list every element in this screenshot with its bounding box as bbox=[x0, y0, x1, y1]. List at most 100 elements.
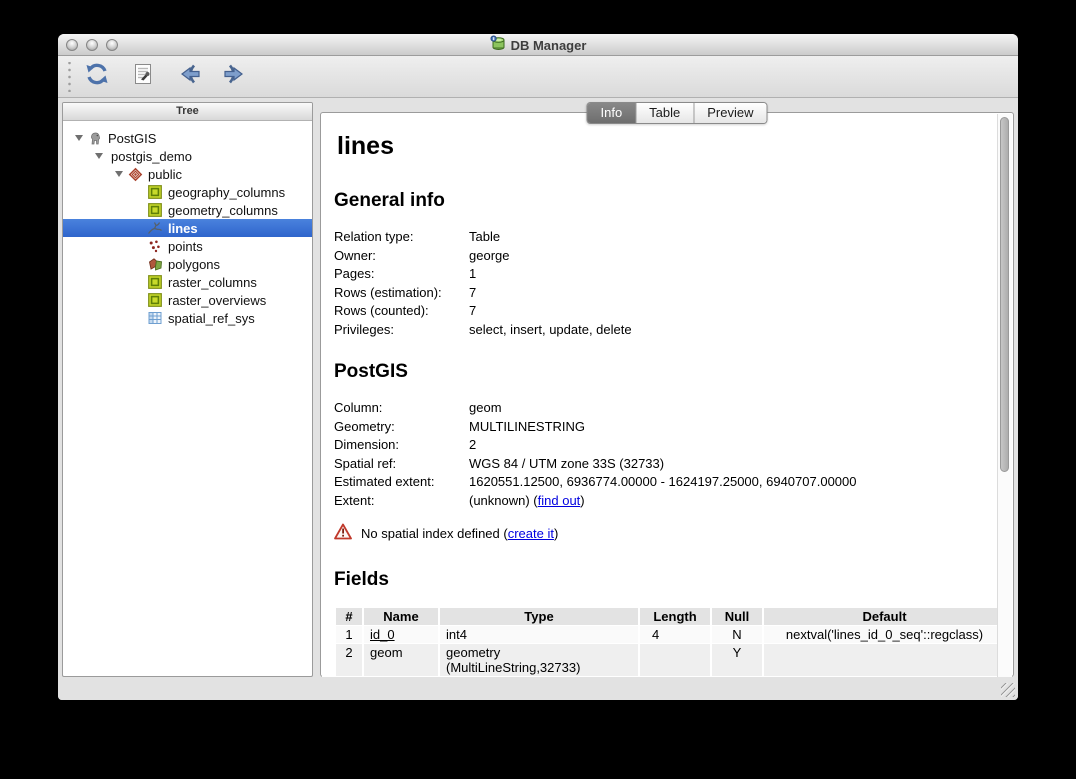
create-spatial-index-link[interactable]: create it bbox=[508, 526, 554, 541]
fields-cell: 2 bbox=[336, 644, 362, 676]
tree-item-label: postgis_demo bbox=[111, 149, 192, 164]
tree-item-label: polygons bbox=[168, 257, 220, 272]
fields-column-header: Length bbox=[640, 608, 710, 625]
general-info-list: Relation type:TableOwner:georgePages:1Ro… bbox=[334, 228, 999, 339]
info-value: 1 bbox=[469, 265, 476, 284]
fields-cell: Y bbox=[712, 644, 762, 676]
info-row: Relation type:Table bbox=[334, 228, 999, 247]
tree-item-public[interactable]: public bbox=[63, 165, 312, 183]
refresh-button[interactable] bbox=[81, 61, 113, 93]
info-row: Owner:george bbox=[334, 247, 999, 266]
minimize-button[interactable] bbox=[86, 39, 98, 51]
info-label: Dimension: bbox=[334, 436, 469, 455]
info-value: MULTILINESTRING bbox=[469, 418, 585, 437]
export-layer-button[interactable] bbox=[219, 61, 251, 93]
fields-column-header: Default bbox=[764, 608, 999, 625]
info-label: Spatial ref: bbox=[334, 455, 469, 474]
tree-item-postgis_demo[interactable]: postgis_demo bbox=[63, 147, 312, 165]
tab-preview[interactable]: Preview bbox=[694, 103, 766, 123]
title-bar: DB Manager bbox=[58, 34, 1018, 56]
info-label: Extent: bbox=[334, 492, 469, 511]
info-row: Spatial ref:WGS 84 / UTM zone 33S (32733… bbox=[334, 455, 999, 474]
info-value: (unknown) (find out) bbox=[469, 492, 585, 511]
postgis-info-list: Column:geomGeometry:MULTILINESTRINGDimen… bbox=[334, 399, 999, 510]
expand-triangle-icon[interactable] bbox=[91, 153, 107, 159]
layer-table-icon bbox=[147, 274, 163, 290]
tree-panel-header: Tree bbox=[63, 103, 312, 121]
tab-table[interactable]: Table bbox=[636, 103, 694, 123]
tab-info[interactable]: Info bbox=[587, 103, 636, 123]
fields-heading: Fields bbox=[334, 569, 999, 591]
fields-column-header: Type bbox=[440, 608, 638, 625]
point-layer-icon bbox=[147, 238, 163, 254]
export-layer-icon bbox=[222, 61, 248, 92]
tree-item-spatial_ref_sys[interactable]: spatial_ref_sys bbox=[63, 309, 312, 327]
tree-item-geometry_columns[interactable]: geometry_columns bbox=[63, 201, 312, 219]
tree-panel: Tree PostGIS postgis_demopublic geography_… bbox=[62, 102, 313, 677]
close-button[interactable] bbox=[66, 39, 78, 51]
expand-triangle-icon[interactable] bbox=[71, 135, 87, 141]
fields-cell: id_0 bbox=[364, 626, 438, 643]
import-layer-button[interactable] bbox=[173, 61, 205, 93]
find-out-link[interactable]: find out bbox=[538, 493, 581, 508]
line-layer-icon bbox=[147, 220, 163, 236]
toolbar-drag-handle[interactable] bbox=[66, 62, 73, 92]
db-tree: PostGIS postgis_demopublic geography_colum… bbox=[63, 121, 312, 327]
spatial-index-warning: No spatial index defined (create it) bbox=[334, 523, 999, 543]
fields-cell: geom bbox=[364, 644, 438, 676]
layer-table-icon bbox=[147, 184, 163, 200]
tree-item-label: spatial_ref_sys bbox=[168, 311, 255, 326]
info-value: 7 bbox=[469, 302, 476, 321]
info-scrollbar-thumb[interactable] bbox=[1000, 117, 1009, 472]
warning-icon bbox=[334, 523, 352, 543]
refresh-icon bbox=[84, 61, 110, 92]
tree-item-label: lines bbox=[168, 221, 198, 236]
info-scrollbar[interactable] bbox=[997, 114, 1012, 677]
info-value: 7 bbox=[469, 284, 476, 303]
tree-item-lines[interactable]: lines bbox=[63, 219, 312, 237]
polygon-layer-icon bbox=[147, 256, 163, 272]
tree-item-label: geometry_columns bbox=[168, 203, 278, 218]
info-label: Estimated extent: bbox=[334, 473, 469, 492]
zoom-button[interactable] bbox=[106, 39, 118, 51]
tree-item-raster_columns[interactable]: raster_columns bbox=[63, 273, 312, 291]
fields-cell: nextval('lines_id_0_seq'::regclass) bbox=[764, 626, 999, 643]
sql-window-button[interactable] bbox=[127, 61, 159, 93]
tree-item-geography_columns[interactable]: geography_columns bbox=[63, 183, 312, 201]
info-label: Privileges: bbox=[334, 321, 469, 340]
tree-item-label: raster_columns bbox=[168, 275, 257, 290]
info-row: Geometry:MULTILINESTRING bbox=[334, 418, 999, 437]
info-label: Rows (counted): bbox=[334, 302, 469, 321]
tree-item-points[interactable]: points bbox=[63, 237, 312, 255]
tree-item-label: PostGIS bbox=[108, 131, 156, 146]
sql-window-icon bbox=[131, 62, 155, 91]
layer-table-icon bbox=[147, 292, 163, 308]
details-panel: InfoTablePreview lines General info Rela… bbox=[320, 112, 1014, 677]
db-manager-window: DB Manager bbox=[58, 34, 1018, 700]
tree-item-label: geography_columns bbox=[168, 185, 285, 200]
tab-bar: InfoTablePreview bbox=[586, 102, 767, 124]
table-title-banner: lines bbox=[334, 132, 998, 160]
fields-cell: int4 bbox=[440, 626, 638, 643]
main-content: Tree PostGIS postgis_demopublic geography_… bbox=[58, 98, 1018, 677]
info-label: Rows (estimation): bbox=[334, 284, 469, 303]
info-value: select, insert, update, delete bbox=[469, 321, 632, 340]
resize-grip[interactable] bbox=[1001, 683, 1015, 697]
info-row: Extent:(unknown) (find out) bbox=[334, 492, 999, 511]
info-row: Rows (estimation):7 bbox=[334, 284, 999, 303]
tree-item-polygons[interactable]: polygons bbox=[63, 255, 312, 273]
fields-cell: 1 bbox=[336, 626, 362, 643]
fields-cell bbox=[640, 644, 710, 676]
import-layer-icon bbox=[176, 61, 202, 92]
expand-triangle-icon[interactable] bbox=[111, 171, 127, 177]
postgis-elephant-icon bbox=[87, 130, 103, 146]
info-row: Rows (counted):7 bbox=[334, 302, 999, 321]
fields-table-row: 1id_0int44Nnextval('lines_id_0_seq'::reg… bbox=[336, 626, 999, 643]
tree-item-raster_overviews[interactable]: raster_overviews bbox=[63, 291, 312, 309]
info-label: Geometry: bbox=[334, 418, 469, 437]
tree-item-PostGIS[interactable]: PostGIS bbox=[63, 129, 312, 147]
info-value: george bbox=[469, 247, 509, 266]
info-tab-content: lines General info Relation type:TableOw… bbox=[322, 114, 999, 677]
info-value: 1620551.12500, 6936774.00000 - 1624197.2… bbox=[469, 473, 857, 492]
info-row: Column:geom bbox=[334, 399, 999, 418]
